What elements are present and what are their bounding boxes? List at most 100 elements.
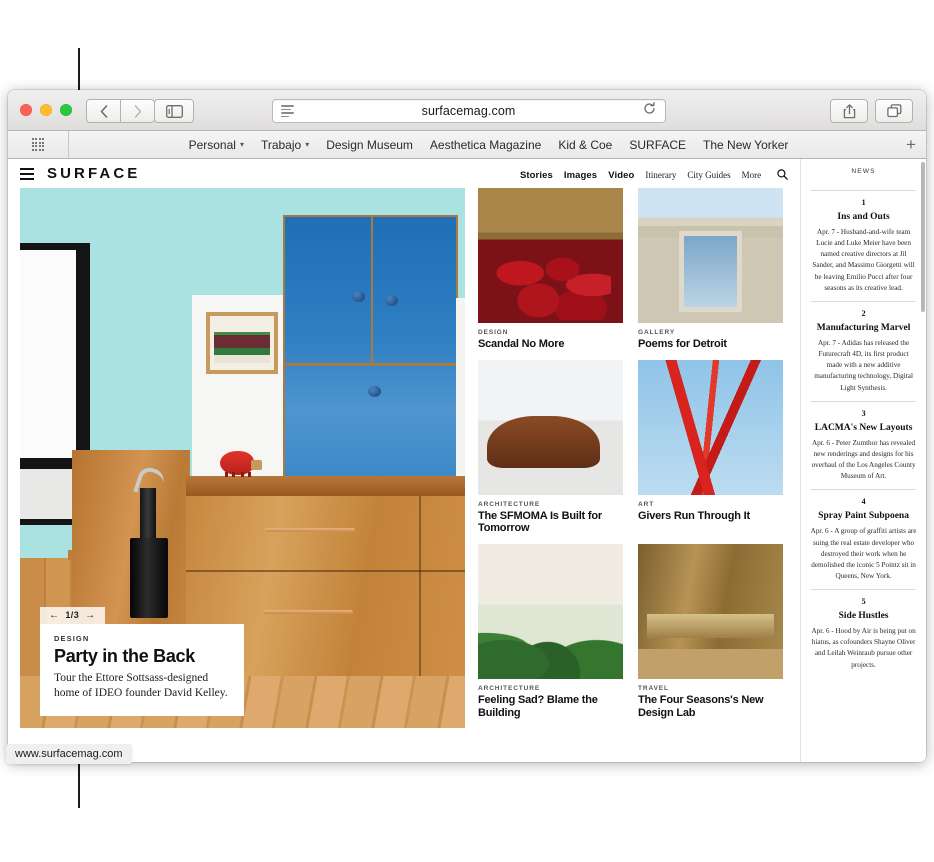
article-thumbnail — [478, 543, 623, 679]
article-kicker: ARCHITECTURE — [478, 684, 541, 692]
web-page-content: SURFACE Stories Images Video Itinerary C… — [8, 159, 926, 762]
article-title: The Four Seasons's New Design Lab — [638, 693, 764, 719]
hero-pager[interactable]: ← 1/3 → — [40, 606, 105, 624]
share-icon[interactable] — [830, 99, 868, 123]
bookmark-design-museum[interactable]: Design Museum — [326, 138, 413, 152]
nav-city-guides[interactable]: City Guides — [687, 170, 730, 180]
hero-article-card[interactable]: ← 1/3 → DESIGN Party in the Back Tour th… — [20, 188, 465, 728]
close-window-button[interactable] — [20, 104, 32, 116]
article-title: The SFMOMA Is Built for Tomorrow — [478, 509, 602, 535]
hero-prev-arrow-icon[interactable]: ← — [49, 610, 59, 621]
article-thumbnail — [638, 188, 783, 323]
divider — [811, 589, 916, 591]
toolbar-right-buttons — [830, 99, 913, 123]
maximize-window-button[interactable] — [60, 104, 72, 116]
news-title: Side Hustles — [838, 611, 889, 622]
scrollbar-thumb[interactable] — [920, 162, 925, 312]
article-kicker: GALLERY — [638, 329, 676, 336]
nav-itinerary[interactable]: Itinerary — [645, 170, 676, 180]
sidebar-toggle-group — [154, 99, 194, 123]
bookmarks-bar: Personal ▾ Trabajo ▾ Design Museum Aesthet… — [8, 131, 926, 159]
nav-images[interactable]: Images — [564, 170, 597, 181]
news-title: LACMA's New Layouts — [814, 422, 913, 433]
show-all-tabs-icon[interactable] — [875, 99, 913, 123]
news-item[interactable]: 1 Ins and Outs Apr. 7 - Husband-and-wife… — [801, 198, 926, 294]
divider — [811, 489, 916, 491]
article-card[interactable]: GALLERY Poems for Detroit — [638, 188, 783, 351]
article-card[interactable]: ART Givers Run Through It — [638, 359, 783, 535]
main-column: SURFACE Stories Images Video Itinerary C… — [8, 159, 801, 762]
address-bar[interactable]: surfacemag.com — [272, 99, 666, 123]
sidebar-icon[interactable] — [154, 99, 194, 123]
reader-view-icon[interactable] — [281, 105, 294, 117]
news-number: 1 — [861, 198, 866, 207]
article-card[interactable]: DESIGN Scandal No More — [478, 188, 623, 351]
site-logo[interactable]: SURFACE — [47, 165, 140, 182]
bookmark-label: Personal — [188, 137, 236, 152]
bookmark-aesthetica-magazine[interactable]: Aesthetica Magazine — [430, 138, 541, 152]
article-card[interactable]: TRAVEL The Four Seasons's New Design Lab — [638, 543, 783, 719]
nav-more[interactable]: More — [742, 170, 762, 180]
news-body: Apr. 6 - A group of graffiti artists are… — [810, 527, 917, 580]
article-grid: DESIGN Scandal No More GALLERY Poems for… — [478, 188, 788, 728]
hero-title: Party in the Back — [54, 645, 195, 666]
news-number: 4 — [861, 497, 866, 507]
browser-toolbar: surfacemag.com — [8, 90, 926, 131]
article-title: Poems for Detroit — [638, 338, 727, 350]
hero-kicker: DESIGN — [54, 633, 90, 643]
hero-caption[interactable]: DESIGN Party in the Back Tour the Ettore… — [40, 623, 244, 716]
bookmark-kid-and-coe[interactable]: Kid & Coe — [558, 138, 612, 152]
back-button[interactable] — [86, 99, 121, 123]
news-sidebar: NEWS 1 Ins and Outs Apr. 7 - Husband-and… — [800, 159, 926, 762]
navigation-buttons — [86, 99, 155, 123]
bookmark-trabajo[interactable]: Trabajo ▾ — [261, 138, 309, 152]
chevron-down-icon: ▾ — [305, 140, 310, 149]
hamburger-menu-icon[interactable] — [20, 167, 34, 180]
nav-video[interactable]: Video — [608, 170, 634, 181]
news-number: 2 — [861, 308, 866, 318]
news-item[interactable]: 5 Side Hustles Apr. 6 - Hood by Air is b… — [801, 597, 926, 671]
article-card[interactable]: ARCHITECTURE Feeling Sad? Blame the Buil… — [478, 543, 623, 719]
article-thumbnail — [478, 188, 623, 323]
show-favorites-grid-icon[interactable] — [8, 131, 69, 158]
search-icon[interactable] — [777, 167, 788, 185]
news-title: Manufacturing Marvel — [816, 322, 911, 333]
article-card[interactable]: ARCHITECTURE The SFMOMA Is Built for Tom… — [478, 359, 623, 535]
hero-next-arrow-icon[interactable]: → — [85, 610, 95, 621]
news-body: Apr. 7 - Adidas has released the Futurec… — [814, 338, 913, 392]
article-thumbnail — [478, 359, 623, 495]
reload-icon[interactable] — [643, 101, 656, 120]
news-item[interactable]: 4 Spray Paint Subpoena Apr. 6 - A group … — [801, 497, 926, 582]
link-status-bar: www.surfacemag.com — [6, 744, 132, 764]
news-number: 3 — [861, 408, 866, 418]
article-kicker: DESIGN — [478, 329, 509, 336]
forward-button[interactable] — [121, 99, 155, 123]
site-header: SURFACE Stories Images Video Itinerary C… — [8, 159, 800, 188]
divider — [811, 400, 916, 402]
news-body: Apr. 6 - Hood by Air is being put on hia… — [811, 627, 916, 669]
article-thumbnail — [638, 359, 783, 495]
article-title: Feeling Sad? Blame the Building — [478, 693, 598, 719]
news-title: Spray Paint Subpoena — [818, 511, 909, 522]
add-bookmark-button[interactable]: + — [896, 135, 926, 155]
bookmark-personal[interactable]: Personal ▾ — [189, 138, 244, 152]
news-title: Ins and Outs — [837, 212, 890, 222]
hero-caption-wrapper: ← 1/3 → DESIGN Party in the Back Tour th… — [40, 605, 244, 716]
bookmark-surface[interactable]: SURFACE — [629, 138, 686, 152]
article-kicker: ART — [638, 500, 655, 508]
chevron-down-icon: ▾ — [239, 140, 244, 149]
site-navigation: Stories Images Video Itinerary City Guid… — [520, 165, 788, 183]
article-thumbnail — [638, 543, 783, 679]
minimize-window-button[interactable] — [40, 104, 52, 116]
divider — [811, 300, 916, 302]
news-item[interactable]: 2 Manufacturing Marvel Apr. 7 - Adidas h… — [801, 309, 926, 394]
bookmark-the-new-yorker[interactable]: The New Yorker — [703, 138, 788, 152]
news-item[interactable]: 3 LACMA's New Layouts Apr. 6 - Peter Zum… — [801, 409, 926, 483]
article-grid-row: DESIGN Scandal No More GALLERY Poems for… — [478, 188, 788, 351]
page-scrollbar[interactable] — [919, 159, 926, 762]
hero-pager-count: 1/3 — [65, 610, 80, 621]
nav-stories[interactable]: Stories — [520, 170, 553, 181]
article-kicker: TRAVEL — [638, 684, 669, 692]
divider — [811, 190, 916, 191]
article-kicker: ARCHITECTURE — [478, 500, 541, 508]
